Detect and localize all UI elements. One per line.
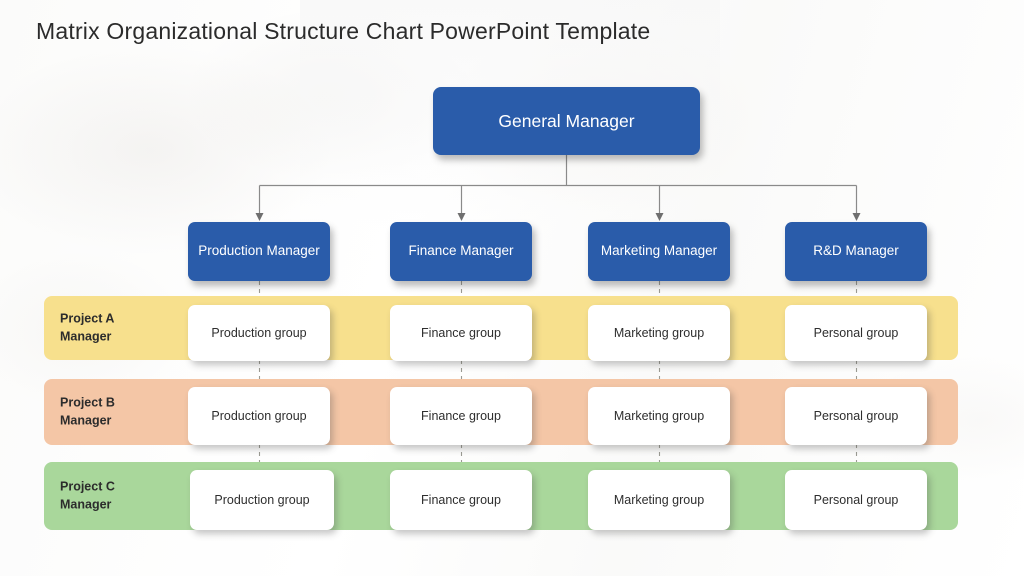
cell-b-finance[interactable]: Finance group xyxy=(390,387,532,445)
cell-a-production[interactable]: Production group xyxy=(188,305,330,361)
manager-box-finance[interactable]: Finance Manager xyxy=(390,222,532,281)
cell-c-marketing[interactable]: Marketing group xyxy=(588,470,730,530)
general-manager-box[interactable]: General Manager xyxy=(433,87,700,155)
cell-c-finance[interactable]: Finance group xyxy=(390,470,532,530)
manager-box-rd[interactable]: R&D Manager xyxy=(785,222,927,281)
project-row-a-label: Project A Manager xyxy=(60,311,115,343)
page-title: Matrix Organizational Structure Chart Po… xyxy=(36,18,651,44)
cell-c-production[interactable]: Production group xyxy=(190,470,334,530)
cell-b-marketing[interactable]: Marketing group xyxy=(588,387,730,445)
project-row-b-label: Project B Manager xyxy=(60,395,115,427)
manager-box-production[interactable]: Production Manager xyxy=(188,222,330,281)
cell-c-personal[interactable]: Personal group xyxy=(785,470,927,530)
cell-b-production[interactable]: Production group xyxy=(188,387,330,445)
manager-box-marketing[interactable]: Marketing Manager xyxy=(588,222,730,281)
cell-a-personal[interactable]: Personal group xyxy=(785,305,927,361)
cell-a-finance[interactable]: Finance group xyxy=(390,305,532,361)
cell-b-personal[interactable]: Personal group xyxy=(785,387,927,445)
project-row-c-label: Project C Manager xyxy=(60,479,115,511)
cell-a-marketing[interactable]: Marketing group xyxy=(588,305,730,361)
